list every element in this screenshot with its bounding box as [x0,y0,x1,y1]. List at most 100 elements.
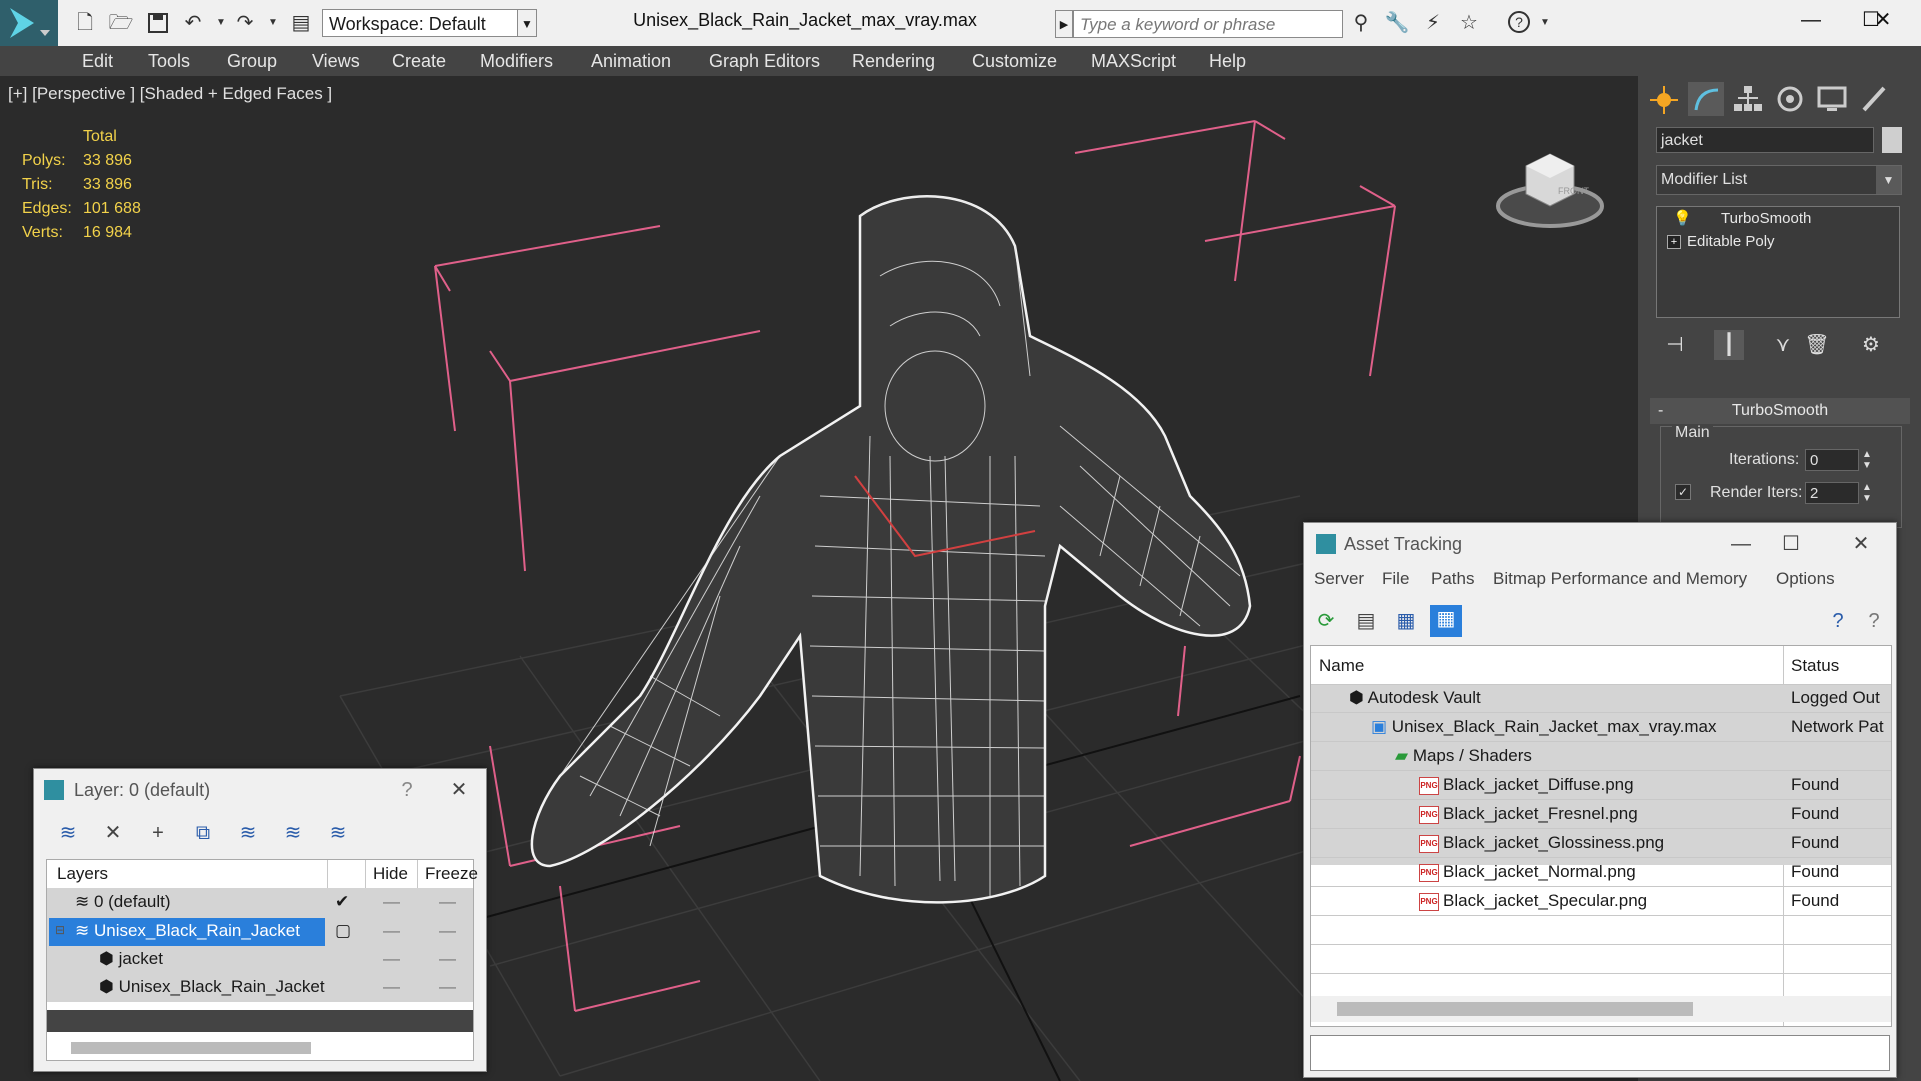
asset-menu-file[interactable]: File [1382,565,1409,593]
menu-group[interactable]: Group [227,46,277,76]
workspace-menu-icon[interactable] [514,10,540,36]
configure-modifier-sets-icon[interactable]: ⚙ [1856,330,1886,360]
collapse-icon[interactable]: - [1658,398,1663,424]
menu-create[interactable]: Create [392,46,446,76]
hide-toggle[interactable]: — [383,945,400,973]
show-end-result-icon[interactable]: ┃ [1714,330,1744,360]
stack-item-editable-poly[interactable]: + Editable Poly [1659,231,1897,253]
freeze-toggle[interactable]: — [439,973,456,1001]
horizontal-scrollbar[interactable] [1337,1002,1693,1016]
pin-stack-icon[interactable]: ⊣ [1660,330,1690,360]
freeze-toggle[interactable]: — [439,888,456,916]
asset-dialog-titlebar[interactable]: Asset Tracking — ☐ ✕ [1304,523,1896,565]
table-view-icon[interactable]: ▦ [1430,605,1462,637]
table-row[interactable]: PNG Black_jacket_Diffuse.png [1419,771,1634,799]
delete-layer-icon[interactable]: ✕ [99,819,127,847]
undo-icon[interactable]: ↶ [180,10,206,36]
layer-help-button[interactable]: ? [382,769,432,811]
menu-rendering[interactable]: Rendering [852,46,935,76]
horizontal-scrollbar[interactable] [71,1042,311,1054]
hide-toggle[interactable]: — [383,973,400,1001]
column-header-name[interactable]: Name [1319,652,1364,680]
redo-icon[interactable]: ↷ [232,10,258,36]
column-header-status[interactable]: Status [1791,652,1839,680]
project-folder-icon[interactable]: ▤ [288,10,314,36]
modify-tab-icon[interactable] [1688,82,1724,116]
iterations-spinner[interactable]: 0 [1805,449,1859,471]
collapse-minus-icon[interactable]: ⊟ [55,916,65,944]
viewport-label-menu[interactable]: [+] [Perspective ] [Shaded + Edged Faces… [8,84,332,104]
hide-toggle[interactable]: — [383,917,400,945]
utilities-tab-icon[interactable] [1856,82,1892,116]
open-file-icon[interactable]: 🗁 [108,10,134,36]
object-row[interactable]: ⬢ jacket [99,945,163,973]
table-row[interactable]: PNG Black_jacket_Specular.png [1419,887,1647,915]
binoculars-icon[interactable]: ⚲ [1348,10,1374,36]
render-iters-checkbox[interactable]: ✓ [1675,484,1691,500]
menu-customize[interactable]: Customize [972,46,1057,76]
layer-dialog-titlebar[interactable]: Layer: 0 (default) ? ✕ [34,769,486,811]
table-row[interactable]: ▣ Unisex_Black_Rain_Jacket_max_vray.max [1371,713,1717,741]
layer-row[interactable]: ≋ Unisex_Black_Rain_Jacket [75,917,300,945]
spinner-arrows-icon[interactable]: ▲ ▼ [1862,449,1872,471]
table-row[interactable]: ⬢ Autodesk Vault [1349,684,1481,712]
modifier-list-select[interactable]: Modifier List [1656,165,1902,195]
undo-dropdown-icon[interactable]: ▼ [208,10,234,36]
render-iters-spinner[interactable]: 2 [1805,482,1859,504]
column-header-hide[interactable]: Hide [373,860,408,888]
communication-center-icon[interactable]: ⚡ [1420,10,1446,36]
asset-close-button[interactable]: ✕ [1836,523,1886,565]
asset-menu-paths[interactable]: Paths [1431,565,1474,593]
expand-plus-icon[interactable]: + [1667,235,1681,249]
help-dropdown-icon[interactable]: ▼ [1532,10,1558,36]
set-current-layer-icon[interactable]: ▢ [335,917,351,945]
layer-close-button[interactable]: ✕ [434,769,484,811]
menu-views[interactable]: Views [312,46,360,76]
vault-options-icon[interactable]: ? [1860,607,1888,635]
table-row[interactable]: PNG Black_jacket_Normal.png [1419,858,1636,886]
menu-tools[interactable]: Tools [148,46,190,76]
freeze-all-layers-icon[interactable]: ≋ [324,819,352,847]
asset-minimize-button[interactable]: — [1716,523,1766,565]
column-header-layers[interactable]: Layers [57,860,108,888]
menu-maxscript[interactable]: MAXScript [1091,46,1176,76]
add-to-layer-icon[interactable]: + [144,819,172,847]
close-window-icon[interactable]: ✕ [1853,0,1913,40]
turbosmooth-rollout-header[interactable]: - TurboSmooth [1650,398,1910,424]
motion-tab-icon[interactable] [1772,82,1808,116]
search-input[interactable]: Type a keyword or phrase [1073,10,1343,38]
select-layer-objects-icon[interactable]: ⧉ [189,819,217,847]
menu-modifiers[interactable]: Modifiers [480,46,553,76]
minimize-button[interactable]: — [1781,0,1841,40]
freeze-toggle[interactable]: — [439,945,456,973]
column-header-freeze[interactable]: Freeze [425,860,478,888]
workspace-select[interactable]: Workspace: Default [322,9,522,37]
object-name-field[interactable]: jacket [1656,127,1874,153]
asset-path-field[interactable] [1310,1035,1890,1071]
thumbnail-view-icon[interactable]: ▦ [1392,607,1420,635]
wrench-search-icon[interactable]: 🔧 [1384,10,1410,36]
hide-toggle[interactable]: — [383,888,400,916]
object-row[interactable]: ⬢ Unisex_Black_Rain_Jacket [99,973,325,1001]
remove-modifier-icon[interactable]: 🗑 [1802,330,1832,360]
lightbulb-icon[interactable]: 💡 [1673,208,1692,230]
redo-dropdown-icon[interactable]: ▼ [260,10,286,36]
highlight-selected-icon[interactable]: ≋ [234,819,262,847]
create-tab-icon[interactable] [1646,82,1682,116]
asset-menu-server[interactable]: Server [1314,565,1364,593]
favorites-star-icon[interactable]: ☆ [1456,10,1482,36]
list-view-icon[interactable]: ▤ [1352,607,1380,635]
new-layer-icon[interactable]: ≋ [54,819,82,847]
table-row[interactable]: PNG Black_jacket_Glossiness.png [1419,829,1664,857]
layer-row[interactable]: ≋ 0 (default) [75,888,171,916]
menu-animation[interactable]: Animation [591,46,671,76]
asset-menu-options[interactable]: Options [1776,565,1835,593]
help-icon[interactable]: ? [1506,10,1532,36]
new-file-icon[interactable]: 🗋 [72,10,98,36]
menu-help[interactable]: Help [1209,46,1246,76]
table-row[interactable]: ▰ Maps / Shaders [1395,742,1532,770]
object-color-swatch[interactable] [1882,127,1902,153]
vault-help-icon[interactable]: ? [1824,607,1852,635]
hide-all-layers-icon[interactable]: ≋ [279,819,307,847]
table-row[interactable]: PNG Black_jacket_Fresnel.png [1419,800,1638,828]
